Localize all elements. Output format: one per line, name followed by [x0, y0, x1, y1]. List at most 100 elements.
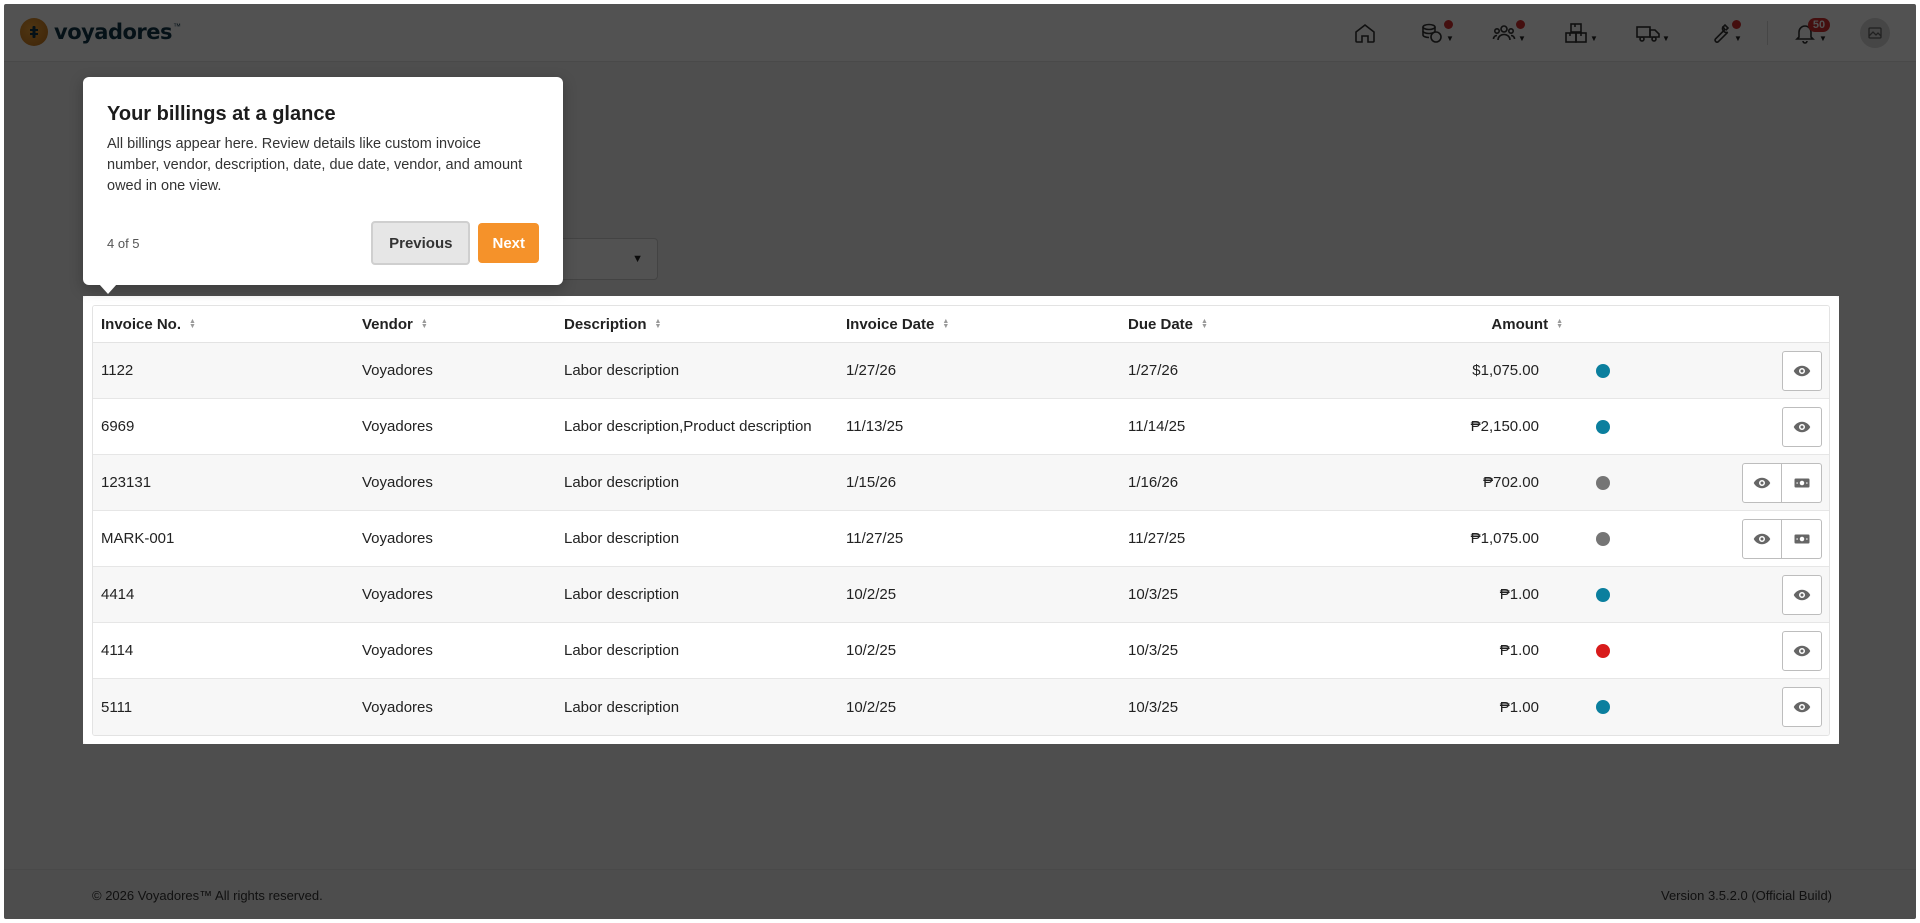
cell-description: Labor description,Product description	[564, 418, 812, 435]
cell-amount: ₱1,075.00	[1470, 530, 1539, 547]
logo-text: voyadores	[54, 20, 173, 44]
notification-count-badge: 50	[1807, 18, 1831, 32]
users-icon	[1492, 25, 1516, 41]
status-indicator	[1596, 587, 1610, 602]
nav-people[interactable]: ▼	[1473, 4, 1545, 62]
popover-arrow	[99, 284, 117, 294]
header-description[interactable]: Description ▲ ▼	[564, 316, 661, 333]
eye-icon	[1753, 474, 1771, 492]
row-actions	[1782, 574, 1822, 615]
cell-invoice-date: 1/15/26	[846, 474, 897, 491]
chevron-down-icon: ▼	[1590, 33, 1598, 43]
top-navbar: voyadores ™ ▼ ▼ ▼ ▼ ▼ 50 ▼	[4, 4, 1916, 62]
nav-tools[interactable]: ▼	[1689, 4, 1761, 62]
header-label: Invoice Date	[846, 315, 935, 333]
view-button[interactable]	[1782, 630, 1822, 671]
cell-due-date: 11/14/25	[1128, 418, 1186, 435]
table-row[interactable]: 123131 Voyadores Labor description 1/15/26 1…	[93, 455, 1829, 511]
cell-invoice-no: 4114	[101, 642, 134, 659]
status-indicator	[1596, 643, 1610, 658]
cell-invoice-no: 123131	[101, 474, 152, 491]
cell-amount: ₱702.00	[1483, 474, 1539, 491]
cell-invoice-no: 6969	[101, 418, 135, 435]
cell-vendor: Voyadores	[362, 530, 433, 547]
nav-finance-dot	[1443, 20, 1453, 29]
cash-icon	[1793, 530, 1811, 548]
cell-description: Labor description	[564, 586, 680, 603]
billings-card: Invoice No. ▲ ▼ Vendor ▲ ▼ Description ▲ ▼ Inv…	[83, 296, 1839, 744]
table-row[interactable]: 4114 Voyadores Labor description 10/2/25 10/…	[93, 623, 1829, 679]
cell-vendor: Voyadores	[362, 418, 433, 435]
sort-icon: ▲ ▼	[189, 318, 196, 330]
header-invoice-date[interactable]: Invoice Date ▲ ▼	[846, 316, 949, 333]
cell-due-date: 11/27/25	[1128, 530, 1186, 547]
table-row[interactable]: 6969 Voyadores Labor description,Product d…	[93, 399, 1829, 455]
cell-vendor: Voyadores	[362, 642, 433, 659]
nav-notifications[interactable]: 50 ▼	[1774, 4, 1846, 62]
view-button[interactable]	[1782, 350, 1822, 391]
view-button[interactable]	[1742, 462, 1782, 503]
cell-invoice-date: 10/2/25	[846, 698, 897, 716]
view-button[interactable]	[1782, 406, 1822, 447]
sort-icon: ▲ ▼	[654, 318, 662, 330]
cell-invoice-date: 10/2/25	[846, 642, 897, 659]
table-header: Invoice No. ▲ ▼ Vendor ▲ ▼ Description ▲ ▼ Inv…	[93, 306, 1829, 343]
billings-table: Invoice No. ▲ ▼ Vendor ▲ ▼ Description ▲ ▼ Inv…	[92, 305, 1830, 736]
row-actions	[1742, 462, 1822, 503]
logo-trademark: ™	[173, 22, 182, 31]
nav-inventory[interactable]: ▼	[1545, 4, 1617, 62]
tour-description: All billings appear here. Review details…	[107, 136, 523, 194]
cell-due-date: 10/3/25	[1128, 586, 1179, 603]
tour-footer: 4 of 5 Previous Next	[107, 221, 539, 265]
chevron-down-icon: ▼	[1734, 33, 1742, 43]
nav-logistics[interactable]: ▼	[1617, 4, 1689, 62]
status-indicator	[1596, 475, 1610, 490]
tour-next-button[interactable]: Next	[478, 223, 539, 263]
footer-copyright: © 2026 Voyadores™ All rights reserved.	[92, 888, 323, 903]
eye-icon	[1753, 530, 1771, 548]
chevron-down-icon: ▼	[1446, 33, 1454, 43]
nav-tools-dot	[1731, 20, 1741, 29]
view-button[interactable]	[1782, 574, 1822, 615]
status-indicator	[1596, 531, 1610, 546]
coins-icon	[1422, 23, 1442, 43]
tour-popover: Your billings at a glance All billings a…	[83, 77, 563, 294]
cell-vendor: Voyadores	[362, 586, 433, 603]
eye-icon	[1793, 642, 1811, 660]
header-due-date[interactable]: Due Date ▲ ▼	[1128, 316, 1208, 333]
header-label: Amount	[1491, 315, 1549, 333]
table-row[interactable]: 1122 Voyadores Labor description 1/27/26 1/2…	[93, 343, 1829, 399]
pay-button[interactable]	[1782, 518, 1822, 559]
table-row[interactable]: MARK-001 Voyadores Labor description 11/27/…	[93, 511, 1829, 567]
nav-people-dot	[1515, 20, 1525, 29]
nav-home[interactable]	[1329, 4, 1401, 62]
status-indicator	[1596, 419, 1610, 434]
home-icon	[1355, 23, 1375, 43]
header-amount[interactable]: Amount ▲ ▼	[1491, 316, 1563, 333]
footer-version: Version 3.5.2.0 (Official Build)	[1660, 888, 1832, 903]
pay-button[interactable]	[1782, 462, 1822, 503]
cell-description: Labor description	[564, 474, 680, 491]
header-label: Invoice No.	[101, 315, 182, 333]
header-invoice-no[interactable]: Invoice No. ▲ ▼	[101, 316, 196, 333]
table-row[interactable]: 4414 Voyadores Labor description 10/2/25 10/…	[93, 567, 1829, 623]
view-button[interactable]	[1782, 687, 1822, 727]
page-footer: © 2026 Voyadores™ All rights reserved. V…	[4, 869, 1916, 919]
view-button[interactable]	[1742, 518, 1782, 559]
sort-icon: ▲ ▼	[1201, 318, 1208, 330]
header-label: Vendor	[362, 315, 413, 333]
eye-icon	[1793, 418, 1811, 436]
tour-previous-button[interactable]: Previous	[371, 221, 471, 265]
eye-icon	[1793, 362, 1811, 380]
nav-finance[interactable]: ▼	[1401, 4, 1473, 62]
cell-invoice-no: 4414	[101, 586, 135, 603]
app-logo[interactable]: voyadores ™	[20, 18, 181, 46]
eye-icon	[1793, 698, 1811, 716]
tour-buttons: Previous Next	[371, 221, 539, 265]
cell-invoice-no: 1122	[101, 362, 134, 379]
header-label: Due Date	[1128, 315, 1194, 333]
table-row[interactable]: 5111 Voyadores Labor description 10/2/25 10/…	[93, 679, 1829, 735]
header-vendor[interactable]: Vendor ▲ ▼	[362, 316, 428, 333]
row-actions	[1782, 350, 1822, 391]
avatar[interactable]	[1860, 18, 1890, 48]
